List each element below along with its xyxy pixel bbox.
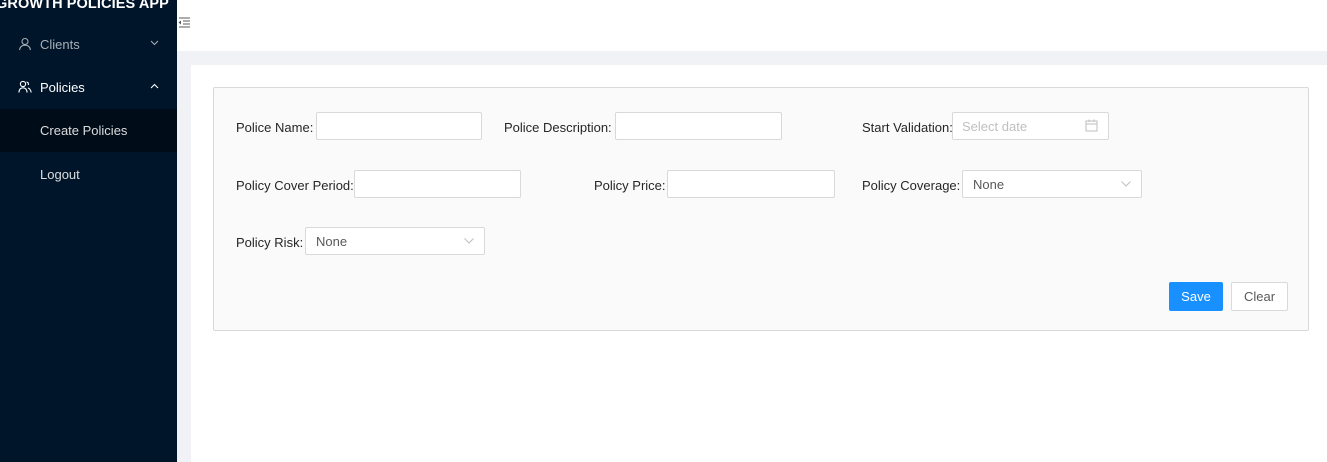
policy-coverage-select[interactable]: None [962, 170, 1142, 198]
policy-risk-select[interactable]: None [305, 227, 485, 255]
main-content: Police Name: Police Description: Start V… [191, 65, 1327, 462]
policy-price-label: Policy Price: [594, 178, 666, 193]
chevron-up-icon [150, 83, 159, 89]
sidebar-item-label: Policies [40, 79, 85, 95]
sidebar-item-policies[interactable]: Policies [0, 67, 177, 107]
clear-button[interactable]: Clear [1231, 282, 1288, 311]
chevron-down-icon [150, 40, 159, 46]
save-button[interactable]: Save [1169, 282, 1223, 311]
menu-fold-icon[interactable] [177, 15, 191, 29]
start-validation-label: Start Validation: [862, 120, 953, 135]
team-icon [18, 80, 32, 93]
sidebar-item-label: Logout [40, 166, 80, 182]
sidebar: GROWTH POLICIES APP Clients Policies Cre… [0, 0, 177, 462]
user-icon [18, 37, 32, 51]
policy-form: Police Name: Police Description: Start V… [213, 87, 1309, 331]
police-name-label: Police Name: [236, 120, 314, 135]
policy-price-input[interactable] [667, 170, 835, 198]
policy-risk-value: None [316, 234, 348, 249]
app-title: GROWTH POLICIES APP [0, 0, 169, 12]
police-name-input[interactable] [316, 112, 482, 140]
sidebar-item-logout[interactable]: Logout [0, 154, 177, 194]
sidebar-item-clients[interactable]: Clients [0, 24, 177, 64]
header [177, 0, 1327, 51]
sidebar-item-create-policies[interactable]: Create Policies [0, 109, 177, 152]
policy-coverage-label: Policy Coverage: [862, 178, 961, 193]
policy-coverage-value: None [973, 177, 1005, 192]
policy-cover-period-input[interactable] [354, 170, 521, 198]
police-description-input[interactable] [615, 112, 782, 140]
policy-cover-period-label: Policy Cover Period: [236, 178, 354, 193]
sidebar-item-label: Clients [40, 36, 80, 52]
calendar-icon [1085, 119, 1098, 132]
start-validation-datepicker[interactable] [952, 112, 1109, 140]
police-description-label: Police Description: [504, 120, 612, 135]
chevron-down-icon [1121, 181, 1131, 187]
sidebar-item-label: Create Policies [40, 123, 128, 138]
chevron-down-icon [464, 238, 474, 244]
policy-risk-label: Policy Risk: [236, 235, 304, 250]
